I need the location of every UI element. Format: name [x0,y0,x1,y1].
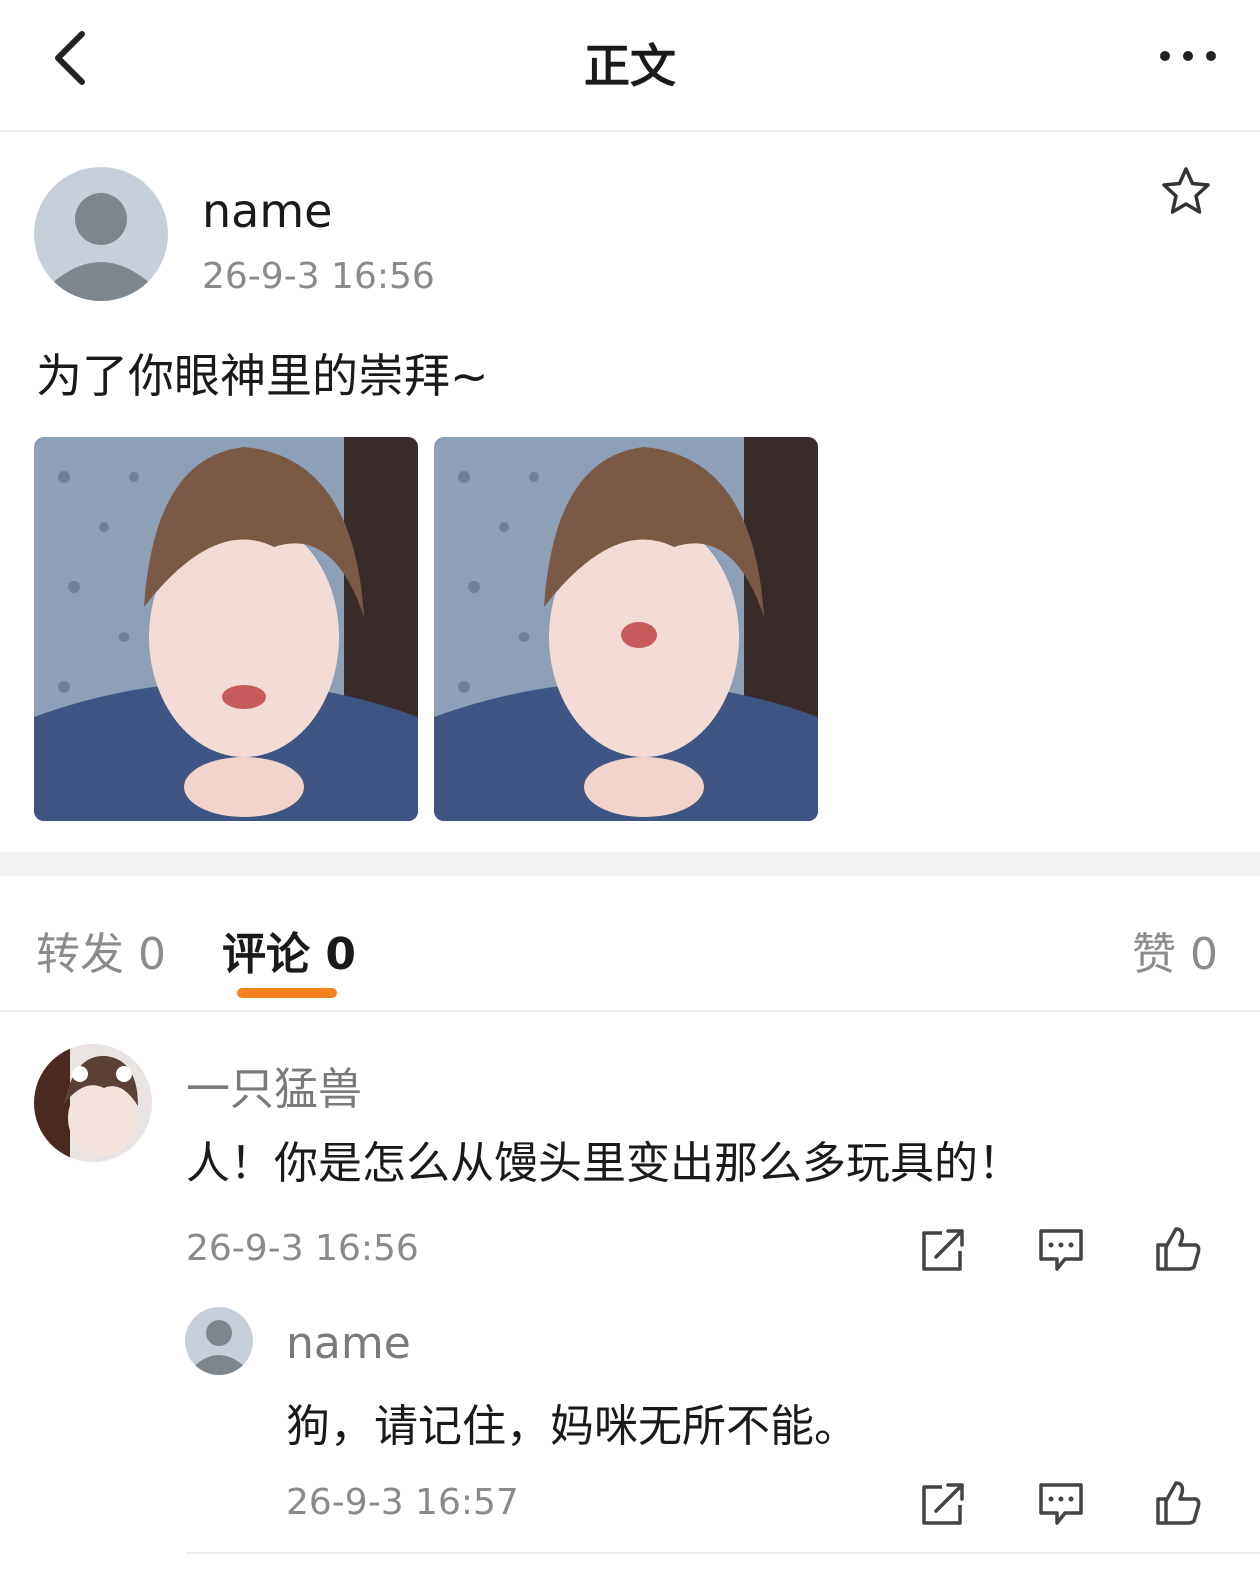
share-icon[interactable] [920,1481,968,1527]
section-divider [0,852,1260,876]
reply-text: 狗，请记住，妈咪无所不能。 [286,1401,858,1452]
divider-line [186,1552,1260,1554]
comment-timestamp: 26-9-3 16:56 [186,1228,419,1269]
commenter-avatar[interactable] [34,1044,152,1162]
author-name[interactable]: name [202,184,332,238]
reply-author-name[interactable]: name [286,1318,411,1369]
tab-likes[interactable]: 赞 0 [1132,918,1218,982]
tab-repost[interactable]: 转发 0 [36,918,166,982]
tab-comments[interactable]: 评论 0 [222,918,356,982]
reply-avatar[interactable] [185,1307,253,1375]
post-image[interactable] [34,437,418,821]
share-icon[interactable] [920,1227,968,1273]
comment-icon[interactable] [1037,1227,1085,1273]
commenter-name[interactable]: 一只猛兽 [186,1053,362,1117]
post-image[interactable] [434,437,818,821]
tabs-divider [0,1010,1260,1012]
ellipsis-icon[interactable] [1158,46,1218,66]
like-icon[interactable] [1154,1479,1202,1525]
reply-timestamp: 26-9-3 16:57 [286,1482,519,1523]
post-timestamp: 26-9-3 16:56 [202,256,435,297]
star-icon[interactable] [1160,165,1212,217]
like-icon[interactable] [1154,1225,1202,1271]
comment-icon[interactable] [1037,1481,1085,1527]
post-text: 为了你眼神里的崇拜~ [36,349,489,403]
page-title: 正文 [584,39,676,93]
active-tab-indicator [237,988,337,998]
comment-text: 人！你是怎么从馒头里变出那么多玩具的！ [186,1138,1022,1189]
avatar[interactable] [34,167,168,301]
